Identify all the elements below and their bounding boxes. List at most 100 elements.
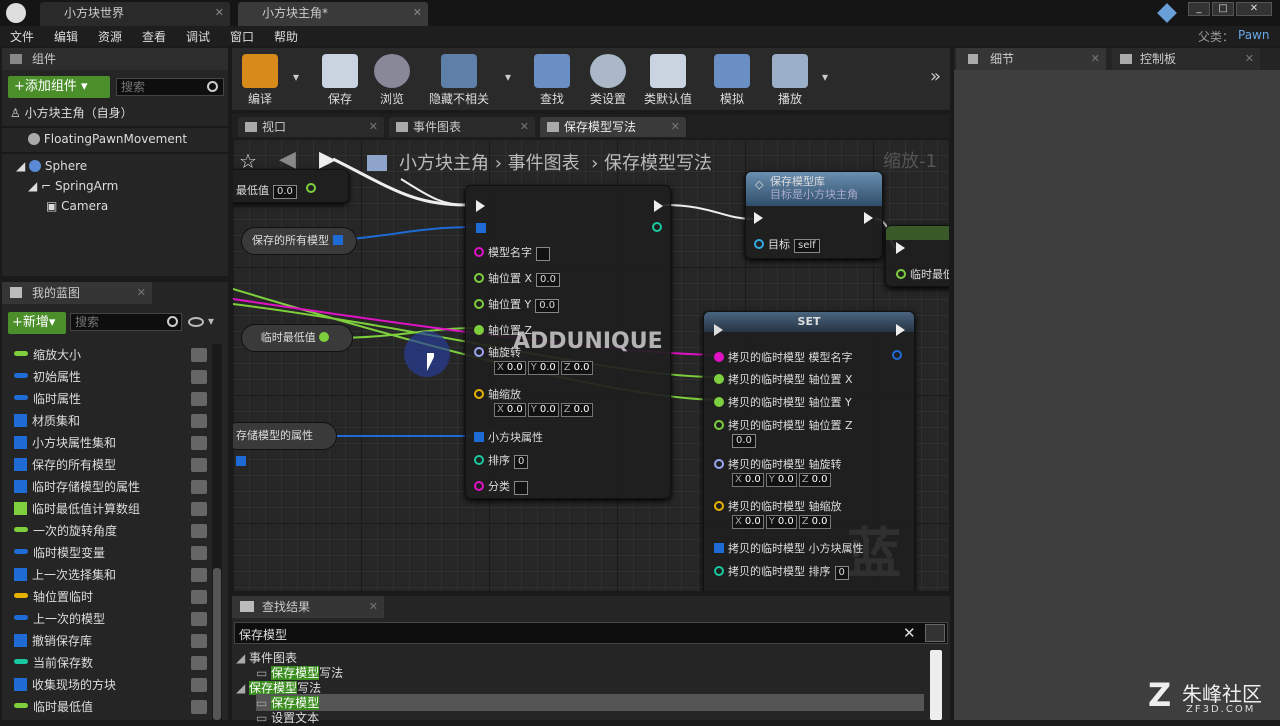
value-field[interactable]: 0.0 <box>536 273 560 287</box>
clear-icon[interactable]: ✕ <box>903 624 916 642</box>
component-sphere[interactable]: ◢ Sphere <box>16 159 87 173</box>
variable-item[interactable]: 临时最低值 <box>14 696 93 718</box>
search-icon[interactable] <box>167 316 178 327</box>
hide-unrelated-button[interactable]: 隐藏不相关 <box>424 52 494 108</box>
close-icon[interactable]: ✕ <box>413 2 422 24</box>
set-pin-rotation[interactable]: 拷贝的临时模型 轴旋转 X 0.0 Y 0.0 Z 0.0 <box>714 456 842 487</box>
exec-in-pin[interactable] <box>896 242 905 254</box>
search-icon[interactable] <box>207 81 218 92</box>
find-result-item[interactable]: ▭ 设置文本 <box>256 709 319 726</box>
min-value-field[interactable]: 0.0 <box>273 185 297 199</box>
close-icon[interactable]: ✕ <box>520 117 529 137</box>
visibility-eye-icon[interactable] <box>191 700 207 714</box>
value-field[interactable]: 0 <box>514 455 529 469</box>
pin-category[interactable]: 分类 <box>474 478 528 495</box>
scrollbar[interactable] <box>212 344 222 720</box>
add-component-button[interactable]: +添加组件 ▾ <box>8 76 110 98</box>
minimize-button[interactable]: _ <box>1188 2 1210 16</box>
browse-button[interactable]: 浏览 <box>362 52 422 108</box>
details-tab[interactable]: 细节 ✕ <box>956 48 1106 70</box>
class-settings-button[interactable]: 类设置 <box>578 52 638 108</box>
menu-debug[interactable]: 调试 <box>186 28 210 45</box>
close-icon[interactable]: ✕ <box>671 117 680 137</box>
variable-item[interactable]: 临时属性 <box>14 388 81 410</box>
pin-pos-y[interactable]: 轴位置 Y 0.0 <box>474 296 560 313</box>
window-tab-world[interactable]: 小方块世界 ✕ <box>40 2 230 26</box>
pin-target[interactable]: 目标 self <box>754 236 820 253</box>
visibility-eye-icon[interactable] <box>191 392 207 406</box>
graph-star-icon[interactable]: ☆ <box>239 149 257 173</box>
variable-item[interactable]: 轴位置临时 <box>14 586 93 608</box>
vec-x[interactable]: X 0.0 <box>732 515 764 529</box>
vec-z[interactable]: Z 0.0 <box>560 403 593 417</box>
new-button[interactable]: +新增▾ <box>8 312 66 334</box>
var-all-models[interactable]: 保存的所有模型 <box>241 227 357 255</box>
component-camera[interactable]: ▣ Camera <box>46 199 108 213</box>
vec-z[interactable]: Z 0.0 <box>798 473 831 487</box>
visibility-eye-icon[interactable] <box>191 502 207 516</box>
vec-x[interactable]: X 0.0 <box>732 473 764 487</box>
vec-z[interactable]: Z 0.0 <box>798 515 831 529</box>
chevron-down-icon[interactable]: ▾ <box>822 70 828 84</box>
visibility-eye-icon[interactable] <box>191 590 207 604</box>
find-button[interactable]: 查找 <box>522 52 582 108</box>
class-defaults-button[interactable]: 类默认值 <box>638 52 698 108</box>
set-pin-y[interactable]: 拷贝的临时模型 轴位置 Y <box>714 394 852 410</box>
compile-button[interactable]: 编译 <box>230 52 290 108</box>
visibility-eye-icon[interactable] <box>191 414 207 428</box>
variable-item[interactable]: 当前保存数 <box>14 652 93 674</box>
variable-item[interactable]: 临时最低值计算数组 <box>14 498 140 520</box>
visibility-eye-icon[interactable] <box>191 370 207 384</box>
checkbox[interactable] <box>536 247 550 261</box>
variable-item[interactable]: 撤销保存库 <box>14 630 92 652</box>
menu-file[interactable]: 文件 <box>10 28 34 45</box>
variable-item[interactable]: 临时模型变量 <box>14 542 105 564</box>
array-pin-icon[interactable] <box>476 223 486 233</box>
visibility-eye-icon[interactable] <box>191 480 207 494</box>
visibility-eye-icon[interactable] <box>191 678 207 692</box>
find-scrollbar[interactable] <box>930 650 942 720</box>
save-model-lib-node[interactable]: ◇ 保存模型库 目标是小方块主角 目标 self <box>745 171 883 259</box>
pin-model-name[interactable]: 模型名字 <box>474 244 550 261</box>
exec-out-pin[interactable] <box>896 324 905 336</box>
close-icon[interactable]: ✕ <box>1091 48 1100 70</box>
blueprint-search-input[interactable] <box>70 313 182 331</box>
set-pin-props[interactable]: 拷贝的临时模型 小方块属性 <box>714 540 864 556</box>
pin-scale[interactable]: 轴缩放 X 0.0 Y 0.0 Z 0.0 <box>474 386 595 417</box>
visibility-eye-icon[interactable] <box>191 436 207 450</box>
variable-item[interactable]: 上一次选择集和 <box>14 564 116 586</box>
exec-out-pin[interactable] <box>864 212 873 224</box>
pin-order[interactable]: 排序 0 <box>474 452 529 469</box>
palette-tab[interactable]: 控制板 ✕ <box>1112 48 1260 70</box>
variable-item[interactable]: 上一次的模型 <box>14 608 105 630</box>
vec-y[interactable]: Y 0.0 <box>527 361 559 375</box>
scrollbar-thumb[interactable] <box>213 568 221 720</box>
menu-edit[interactable]: 编辑 <box>54 28 78 45</box>
tab-event-graph[interactable]: 事件图表 ✕ <box>389 117 535 137</box>
self-item[interactable]: ♙ 小方块主角（自身） <box>10 104 133 121</box>
set-pin-order[interactable]: 拷贝的临时模型 排序 0 <box>714 563 849 580</box>
variable-item[interactable]: 收集现场的方块 <box>14 674 116 696</box>
close-icon[interactable]: ✕ <box>137 282 146 304</box>
exec-in-pin[interactable] <box>754 212 763 224</box>
find-result-item[interactable]: ▭ 保存模型 <box>256 694 924 711</box>
float-pin-icon[interactable] <box>319 332 330 342</box>
min-value-node[interactable]: 最低值 0.0 <box>233 169 349 203</box>
breadcrumb-root[interactable]: 小方块主角 <box>399 153 489 174</box>
binoculars-button[interactable] <box>925 624 945 642</box>
component-springarm[interactable]: ◢ ⌐ SpringArm <box>28 179 118 193</box>
parent-class-link[interactable]: Pawn <box>1238 28 1269 42</box>
close-icon[interactable]: ✕ <box>369 117 378 137</box>
visibility-eye-icon[interactable] <box>191 634 207 648</box>
tab-save-model[interactable]: 保存模型写法 ✕ <box>540 117 686 137</box>
exec-in-pin[interactable] <box>476 200 485 212</box>
pin-temp-min[interactable]: 临时最低 <box>896 266 949 282</box>
visibility-eye-icon[interactable] <box>191 546 207 560</box>
value-field[interactable]: 0.0 <box>535 299 560 313</box>
set-pin-z[interactable]: 拷贝的临时模型 轴位置 Z 0.0 <box>714 417 853 448</box>
menu-asset[interactable]: 资源 <box>98 28 122 45</box>
visibility-eye-icon[interactable] <box>191 612 207 626</box>
component-floating-movement[interactable]: FloatingPawnMovement <box>28 132 187 146</box>
breadcrumb-mid[interactable]: 事件图表 <box>508 153 580 174</box>
variable-item[interactable]: 临时存储模型的属性 <box>14 476 140 498</box>
